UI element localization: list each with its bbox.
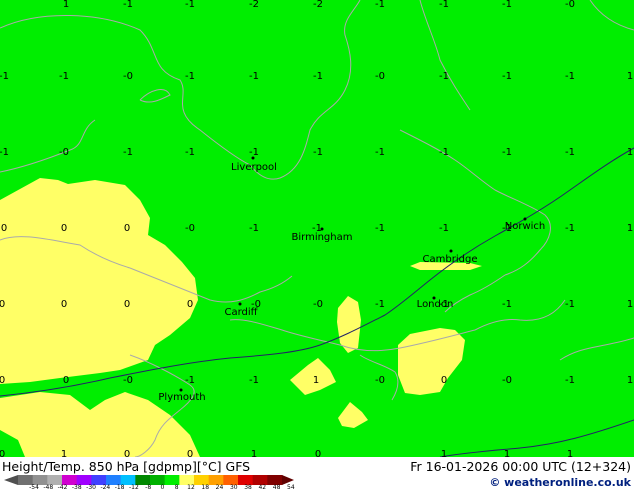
temperature-value: 0 (314, 449, 322, 458)
temperature-value: -1 (502, 299, 512, 310)
temperature-value: 1 (626, 375, 634, 386)
city-label: Cardiff (224, 307, 258, 318)
temperature-value: -1 (123, 147, 133, 158)
temperature-value: 1 (62, 0, 70, 10)
temperature-value: -1 (249, 375, 259, 386)
temperature-value: 0 (186, 449, 194, 458)
temperature-value: -0 (375, 375, 385, 386)
temperature-value: -1 (565, 71, 575, 82)
map-footer: Height/Temp. 850 hPa [gdpmp][°C] GFS Fr … (0, 457, 634, 491)
temperature-value: 0 (0, 375, 6, 386)
forecast-datetime: Fr 16-01-2026 00:00 UTC (12+324) (410, 459, 631, 474)
temperature-value: 0 (440, 375, 448, 386)
temperature-value: 0 (123, 223, 131, 234)
temperature-value: -1 (59, 71, 69, 82)
credit-link[interactable]: © weatheronline.co.uk (489, 476, 631, 489)
temperature-value: 0 (0, 449, 6, 458)
temperature-value: -1 (439, 147, 449, 158)
city-label: Cambridge (422, 254, 478, 265)
city-marker (320, 227, 324, 231)
temperature-value: 0 (62, 375, 70, 386)
temperature-value: -1 (439, 71, 449, 82)
temperature-value: -0 (185, 223, 195, 234)
temperature-value: -1 (313, 71, 323, 82)
temperature-value: -1 (565, 147, 575, 158)
temperature-value: -1 (0, 71, 9, 82)
city-label: Norwich (504, 221, 546, 232)
temperature-value: -1 (375, 0, 385, 10)
temperature-value: -0 (313, 299, 323, 310)
temperature-value: 0 (60, 299, 68, 310)
temperature-value: 1 (250, 449, 258, 458)
city-marker (251, 156, 255, 160)
temperature-value: -1 (565, 223, 575, 234)
temperature-value: -1 (375, 299, 385, 310)
temperature-value: -1 (439, 223, 449, 234)
city-label: Plymouth (158, 392, 206, 403)
city-marker (449, 249, 453, 253)
temperature-value: -1 (249, 223, 259, 234)
temperature-value: 0 (0, 223, 8, 234)
temperature-value: 1 (626, 71, 634, 82)
color-scale-legend: -54 -48 -42 -38 -30 -24 -18 -12 -8 0 8 12 18 24 30 38 42… (4, 471, 295, 491)
temperature-value: -0 (59, 147, 69, 158)
temperature-value: -0 (565, 0, 575, 10)
temperature-value: 1 (626, 147, 634, 158)
temperature-value: 1 (566, 449, 574, 458)
temperature-value: -1 (313, 147, 323, 158)
temperature-value: -1 (502, 71, 512, 82)
city-label: London (416, 299, 454, 310)
temperature-value: 1 (503, 449, 511, 458)
temperature-value: -1 (375, 147, 385, 158)
temperature-value: -1 (502, 0, 512, 10)
temperature-value: -1 (123, 0, 133, 10)
temperature-value: 1 (312, 375, 320, 386)
temperature-value: 0 (123, 299, 131, 310)
city-label: Liverpool (231, 162, 277, 173)
temperature-value: 1 (60, 449, 68, 458)
temperature-value: -1 (0, 147, 9, 158)
temperature-value: 1 (626, 299, 634, 310)
temperature-value: -0 (123, 375, 133, 386)
temperature-value: -1 (565, 299, 575, 310)
city-marker (238, 302, 242, 306)
temperature-value: -0 (375, 71, 385, 82)
temperature-value: -1 (185, 147, 195, 158)
temperature-value: 0 (123, 449, 131, 458)
temperature-value: 1 (440, 449, 448, 458)
temperature-value: -1 (185, 0, 195, 10)
temperature-value: -2 (249, 0, 259, 10)
temperature-value: -1 (502, 147, 512, 158)
temperature-value: -2 (313, 0, 323, 10)
temperature-value: -1 (249, 71, 259, 82)
temperature-value: -1 (565, 375, 575, 386)
temperature-value: 0 (60, 223, 68, 234)
temperature-value: -1 (375, 223, 385, 234)
temperature-value: -1 (439, 0, 449, 10)
temperature-value: 0 (186, 299, 194, 310)
temperature-value: -1 (185, 71, 195, 82)
temperature-value: 0 (0, 299, 6, 310)
temperature-value: 1 (626, 223, 634, 234)
temperature-value: -1 (185, 375, 195, 386)
city-label: Birmingham (291, 232, 353, 243)
temperature-value: -0 (123, 71, 133, 82)
temperature-value: -0 (502, 375, 512, 386)
weather-map: 1 -1 -1 -2 -2 -1 -1 -1 -0 -1 -1 -0 -1 -1 -1 -0 -1 -1 -1 1 -1… (0, 0, 634, 457)
scale-arrow-left (4, 475, 18, 485)
